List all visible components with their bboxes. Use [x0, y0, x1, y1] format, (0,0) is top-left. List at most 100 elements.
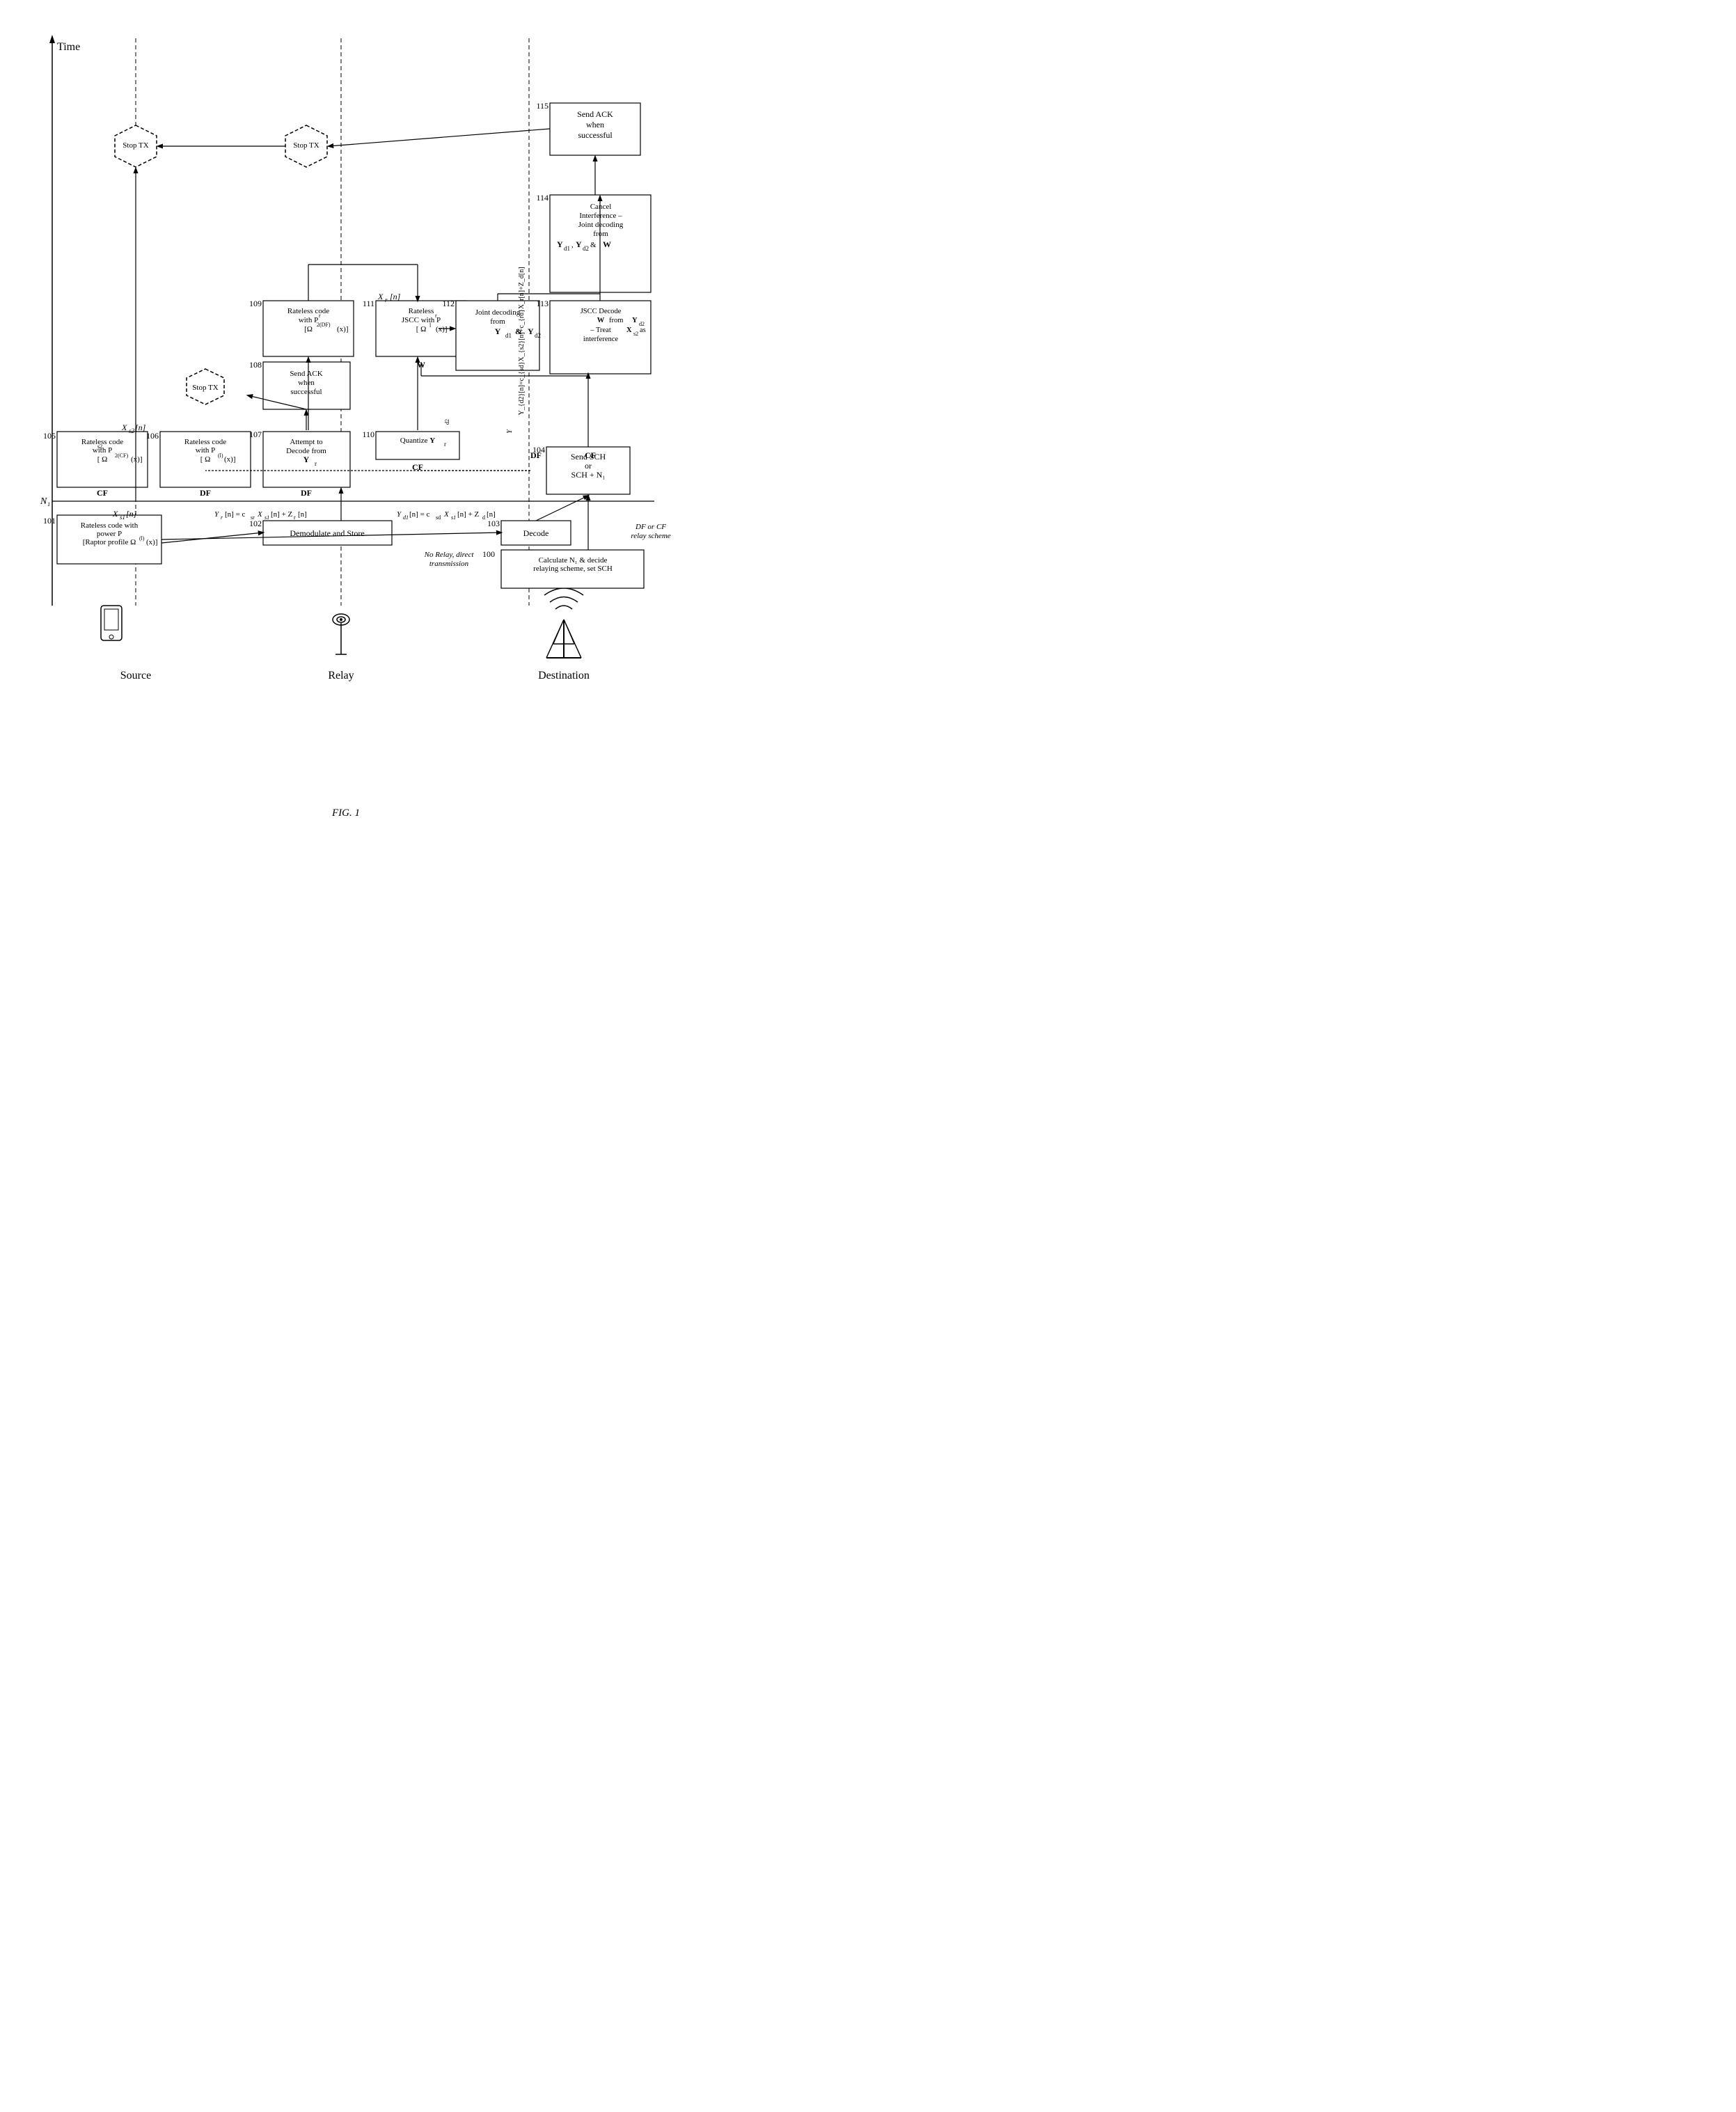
svg-text:[n]: [n]: [126, 509, 137, 519]
svg-text:X: X: [257, 510, 263, 519]
svg-text:X: X: [121, 423, 127, 432]
svg-text:X: X: [443, 510, 450, 519]
svg-text:Calculate N₁ & decide: Calculate N₁ & decide: [539, 556, 608, 565]
svg-text:r: r: [294, 514, 296, 521]
svg-text:W: W: [597, 317, 605, 324]
svg-text:with P: with P: [299, 316, 318, 324]
svg-text:r: r: [444, 441, 446, 448]
svg-text:[ Ω: [ Ω: [97, 455, 108, 464]
svg-text:(l): (l): [139, 535, 145, 542]
svg-text:– Treat: – Treat: [590, 326, 611, 334]
svg-text:Stop TX: Stop TX: [123, 141, 148, 150]
svg-text:CF: CF: [585, 450, 596, 460]
svg-text:Attempt to: Attempt to: [290, 438, 323, 446]
svg-text:Rateless code: Rateless code: [184, 438, 226, 446]
svg-text:2(CF): 2(CF): [115, 452, 128, 459]
svg-text:Y: Y: [576, 239, 582, 249]
svg-text:d2: d2: [583, 245, 589, 252]
svg-text:d: d: [482, 514, 485, 521]
svg-text:[n]: [n]: [298, 510, 307, 519]
svg-text:with P: with P: [196, 446, 215, 455]
fig-caption: FIG. 1: [0, 801, 692, 830]
svg-text:[n]: [n]: [487, 510, 496, 519]
svg-text:JSCC Decode: JSCC Decode: [581, 308, 622, 315]
svg-text:DF or CF: DF or CF: [635, 523, 666, 531]
svg-text:[n]: [n]: [135, 423, 146, 432]
svg-text:r: r: [319, 313, 321, 319]
svg-text:[Ω: [Ω: [304, 325, 313, 333]
svg-text:d2: d2: [535, 332, 541, 339]
svg-text:transmission: transmission: [429, 560, 469, 568]
svg-text:d1: d1: [564, 245, 570, 252]
svg-text:109: 109: [249, 299, 262, 308]
svg-text:(x)]: (x)]: [146, 538, 158, 546]
svg-text:power P: power P: [97, 530, 122, 538]
svg-text:s2: s2: [633, 331, 638, 337]
svg-text:sr: sr: [251, 514, 255, 521]
svg-text:115: 115: [536, 101, 549, 111]
svg-text:110: 110: [362, 430, 374, 439]
svg-text:when: when: [586, 120, 604, 129]
svg-text:from: from: [609, 317, 623, 324]
svg-text:s2: s2: [97, 443, 102, 450]
svg-text:[ Ω: [ Ω: [416, 325, 427, 333]
svg-text:[n] = c: [n] = c: [409, 510, 430, 519]
svg-text:X: X: [626, 326, 632, 334]
svg-text:[n] = c: [n] = c: [225, 510, 246, 519]
svg-text:s1: s1: [265, 514, 269, 521]
svg-text:(x)]: (x)]: [337, 325, 349, 333]
relay-label: Relay: [328, 670, 354, 681]
svg-text:114: 114: [536, 193, 549, 203]
svg-text:d2: d2: [444, 419, 450, 425]
svg-text:CF: CF: [97, 488, 108, 498]
svg-text:[Raptor profile Ω: [Raptor profile Ω: [83, 538, 136, 546]
svg-text:[n] + Z: [n] + Z: [457, 510, 480, 519]
svg-text:when: when: [298, 379, 315, 387]
svg-text:or: or: [585, 461, 592, 471]
svg-text:as: as: [640, 326, 646, 334]
svg-text:Y_{d2}[n]=c_{sd}X_{s2}[n]+c_{r: Y_{d2}[n]=c_{sd}X_{s2}[n]+c_{rd}X_r[n]+Z…: [518, 267, 526, 415]
svg-text:Joint decoding: Joint decoding: [578, 221, 624, 229]
svg-text:,: ,: [571, 241, 574, 249]
svg-text:DF: DF: [530, 450, 542, 460]
svg-text:Send ACK: Send ACK: [577, 109, 613, 119]
svg-text:Quantize Y: Quantize Y: [400, 436, 435, 445]
svg-text:d1: d1: [505, 332, 512, 339]
svg-text:Interference –: Interference –: [579, 212, 622, 220]
svg-text:&: &: [590, 241, 597, 249]
node-110: [376, 432, 459, 459]
svg-text:100: 100: [482, 549, 495, 559]
svg-text:sd: sd: [436, 514, 441, 521]
svg-text:[n] + Z: [n] + Z: [271, 510, 293, 519]
svg-text:s1: s1: [120, 514, 125, 521]
svg-text:DF: DF: [200, 488, 211, 498]
svg-text:from: from: [593, 230, 608, 238]
svg-text:Rateless: Rateless: [409, 307, 434, 315]
svg-text:successful: successful: [578, 130, 613, 140]
svg-text:106: 106: [146, 431, 159, 441]
svg-text:(x)]: (x)]: [436, 325, 448, 333]
svg-text:Rateless code with: Rateless code with: [81, 521, 139, 530]
svg-text:105: 105: [43, 431, 56, 441]
time-label: Time: [57, 41, 80, 53]
svg-text:Stop TX: Stop TX: [293, 141, 319, 150]
svg-text:successful: successful: [290, 388, 322, 396]
destination-label: Destination: [538, 670, 590, 681]
svg-text:r: r: [315, 460, 317, 467]
svg-text:Y: Y: [632, 317, 638, 324]
diagram-container: Time N₁ Source Relay: [0, 0, 692, 801]
svg-text:relay scheme: relay scheme: [631, 532, 670, 540]
source-label: Source: [120, 670, 151, 681]
svg-text:Stop TX: Stop TX: [192, 384, 218, 392]
svg-text:Y: Y: [557, 239, 563, 249]
svg-text:Rateless code: Rateless code: [287, 307, 329, 315]
svg-text:Decode: Decode: [523, 528, 549, 538]
svg-text:s2: s2: [129, 427, 135, 434]
svg-text:Y: Y: [528, 326, 534, 336]
n1-label: N₁: [40, 496, 50, 507]
svg-text:Send ACK: Send ACK: [290, 370, 322, 378]
svg-text:DF: DF: [301, 488, 312, 498]
svg-text:(x)]: (x)]: [131, 455, 143, 464]
svg-text:113: 113: [536, 299, 549, 308]
svg-text:108: 108: [249, 360, 262, 370]
